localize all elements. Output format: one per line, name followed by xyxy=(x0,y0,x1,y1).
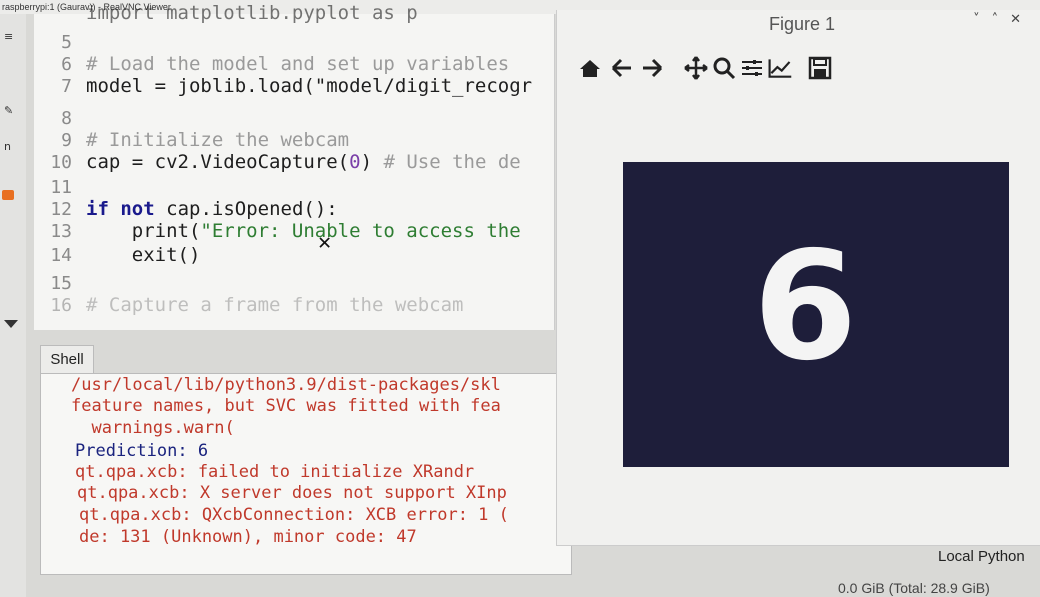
line-number: 7 xyxy=(61,76,72,97)
figure-image-canvas[interactable]: 6 xyxy=(623,162,1009,467)
pan-icon[interactable] xyxy=(683,54,709,82)
zoom-icon[interactable] xyxy=(711,54,737,82)
forward-arrow-icon[interactable] xyxy=(639,54,665,82)
code-editor[interactable]: import matplotlib.pyplot as p 5 6 # Load … xyxy=(34,2,555,330)
code-line: 9 # Initialize the webcam xyxy=(34,129,349,151)
memory-status: 0.0 GiB (Total: 28.9 GiB) xyxy=(838,580,990,596)
window-controls: ˅˄✕ xyxy=(973,12,1033,27)
code-line: 7 model = joblib.load("model/digit_recogr xyxy=(34,75,532,97)
edit-icon[interactable]: ✎ xyxy=(4,104,13,117)
mouse-cursor-icon: ✕ xyxy=(318,230,332,255)
code-line: 6 # Load the model and set up variables xyxy=(34,53,509,75)
shell-line: qt.qpa.xcb: X server does not support XI… xyxy=(77,483,507,503)
shell-line: qt.qpa.xcb: QXcbConnection: XCB error: 1… xyxy=(79,505,509,525)
code-comment: # Capture a frame from the webcam xyxy=(86,294,464,316)
shell-line: qt.qpa.xcb: failed to initialize XRandr xyxy=(75,462,475,482)
collapse-arrow-icon[interactable] xyxy=(4,320,18,328)
code-line-partial: import matplotlib.pyplot as p xyxy=(86,2,418,24)
left-sidebar: ≡ ✎ n xyxy=(0,14,26,597)
line-number: 9 xyxy=(61,130,72,151)
menu-icon[interactable]: ≡ xyxy=(4,30,13,43)
line-number: 14 xyxy=(50,245,72,266)
code-line: 5 xyxy=(34,31,86,53)
edit-axes-icon[interactable] xyxy=(767,54,793,82)
n-icon[interactable]: n xyxy=(4,140,11,153)
save-icon[interactable] xyxy=(807,54,833,82)
code-line: 10 cap = cv2.VideoCapture(0) # Use the de xyxy=(34,151,520,173)
code-line: 14 exit() xyxy=(34,244,200,266)
line-number: 11 xyxy=(50,177,72,198)
shell-line: warnings.warn( xyxy=(71,418,235,438)
code-line: 13 print("Error: Unable to access the xyxy=(34,220,520,242)
close-icon[interactable]: ✕ xyxy=(1010,12,1033,27)
predicted-digit-image: 6 xyxy=(753,220,858,394)
code-text: model = joblib.load("model/digit_recogr xyxy=(86,75,533,97)
line-number: 5 xyxy=(61,32,72,53)
code-line: 11 xyxy=(34,176,86,198)
minimize-icon[interactable]: ˅ xyxy=(973,12,992,27)
line-number: 12 xyxy=(50,199,72,220)
shell-line: feature names, but SVC was fitted with f… xyxy=(71,396,501,416)
shell-line: de: 131 (Unknown), minor code: 47 xyxy=(79,527,417,547)
maximize-icon[interactable]: ˄ xyxy=(992,12,1011,27)
figure-window: Figure 1 ˅˄✕ 6 xyxy=(556,10,1040,546)
line-number: 8 xyxy=(61,108,72,129)
code-comment: # Load the model and set up variables xyxy=(86,53,510,75)
code-comment: # Initialize the webcam xyxy=(86,129,350,151)
back-arrow-icon[interactable] xyxy=(609,54,635,82)
subplots-icon[interactable] xyxy=(739,54,765,82)
figure-title: Figure 1 xyxy=(769,14,836,34)
line-number: 16 xyxy=(50,295,72,316)
line-number: 13 xyxy=(50,221,72,242)
shell-tab[interactable]: Shell xyxy=(40,345,94,374)
shell-output[interactable]: /usr/local/lib/python3.9/dist-packages/s… xyxy=(40,373,572,575)
code-line: 8 xyxy=(34,107,86,129)
interpreter-label[interactable]: Local Python xyxy=(938,548,1025,565)
code-line: 16 # Capture a frame from the webcam xyxy=(34,294,464,316)
prediction-line: Prediction: 6 xyxy=(75,441,209,461)
home-icon[interactable] xyxy=(2,190,14,200)
line-number: 15 xyxy=(50,273,72,294)
line-number: 10 xyxy=(50,152,72,173)
code-line: 15 xyxy=(34,272,86,294)
home-icon[interactable] xyxy=(577,54,603,82)
line-number: 6 xyxy=(61,54,72,75)
shell-line: /usr/local/lib/python3.9/dist-packages/s… xyxy=(71,375,501,395)
code-line: 12 if not cap.isOpened(): xyxy=(34,198,337,220)
